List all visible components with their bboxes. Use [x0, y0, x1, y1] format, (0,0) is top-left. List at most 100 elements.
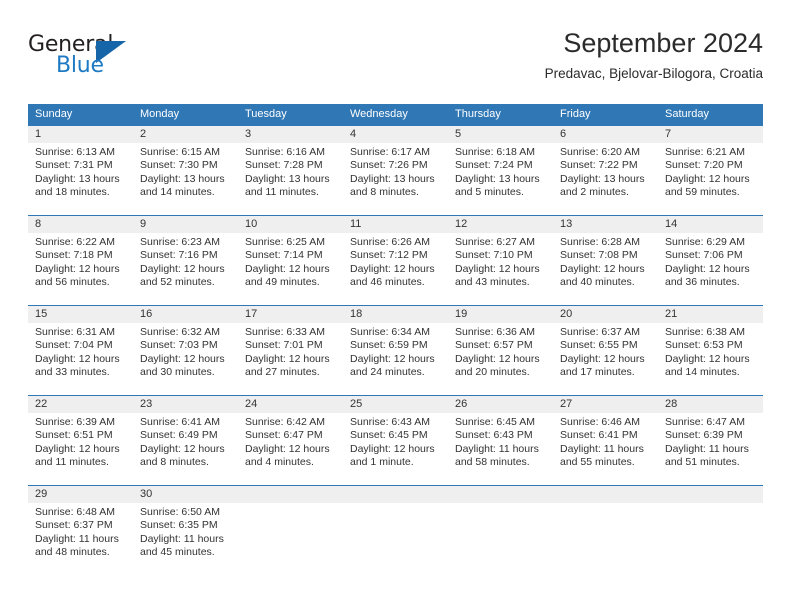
sunrise-text: Sunrise: 6:13 AM	[35, 146, 115, 158]
week-daynumber-band: 8 9 10 11 12 13 14	[28, 216, 763, 233]
sunset-text: Sunset: 6:51 PM	[35, 429, 113, 442]
sunrise-text: Sunrise: 6:25 AM	[245, 236, 325, 248]
sunset-text: Sunset: 7:24 PM	[455, 159, 533, 172]
sunrise-text: Sunrise: 6:29 AM	[665, 236, 745, 248]
day-cell[interactable]: Sunrise: 6:16 AM Sunset: 7:28 PM Dayligh…	[238, 143, 343, 215]
day-cell[interactable]: Sunrise: 6:42 AM Sunset: 6:47 PM Dayligh…	[238, 413, 343, 485]
day-number: 20	[560, 308, 573, 320]
day-cell-empty	[343, 503, 448, 575]
daylight-text-line1: Daylight: 13 hours	[455, 172, 540, 185]
day-number: 1	[35, 128, 42, 140]
sunset-text: Sunset: 7:12 PM	[350, 249, 428, 262]
day-number: 6	[560, 128, 567, 140]
sunset-text: Sunset: 6:35 PM	[140, 519, 218, 532]
sunrise-text: Sunrise: 6:15 AM	[140, 146, 220, 158]
sunrise-text: Sunrise: 6:32 AM	[140, 326, 220, 338]
day-cell[interactable]: Sunrise: 6:38 AM Sunset: 6:53 PM Dayligh…	[658, 323, 763, 395]
sunrise-text: Sunrise: 6:26 AM	[350, 236, 430, 248]
sunrise-text: Sunrise: 6:22 AM	[35, 236, 115, 248]
day-cell[interactable]: Sunrise: 6:18 AM Sunset: 7:24 PM Dayligh…	[448, 143, 553, 215]
sunrise-text: Sunrise: 6:37 AM	[560, 326, 640, 338]
day-cell[interactable]: Sunrise: 6:46 AM Sunset: 6:41 PM Dayligh…	[553, 413, 658, 485]
day-cell[interactable]: Sunrise: 6:36 AM Sunset: 6:57 PM Dayligh…	[448, 323, 553, 395]
day-cell[interactable]: Sunrise: 6:23 AM Sunset: 7:16 PM Dayligh…	[133, 233, 238, 305]
day-number: 18	[350, 308, 363, 320]
daylight-text-line2: and 56 minutes.	[35, 276, 110, 289]
day-number-empty	[553, 486, 658, 503]
day-cell[interactable]: Sunrise: 6:32 AM Sunset: 7:03 PM Dayligh…	[133, 323, 238, 395]
day-cell[interactable]: Sunrise: 6:13 AM Sunset: 7:31 PM Dayligh…	[28, 143, 133, 215]
sunset-text: Sunset: 7:18 PM	[35, 249, 113, 262]
day-cell[interactable]: Sunrise: 6:27 AM Sunset: 7:10 PM Dayligh…	[448, 233, 553, 305]
weekday-header-saturday: Saturday	[665, 108, 710, 120]
weekday-header-thursday: Thursday	[455, 108, 501, 120]
daylight-text-line1: Daylight: 12 hours	[455, 262, 540, 275]
weekday-header-row: Sunday Monday Tuesday Wednesday Thursday…	[28, 104, 763, 125]
day-number: 7	[665, 128, 672, 140]
day-cell[interactable]: Sunrise: 6:20 AM Sunset: 7:22 PM Dayligh…	[553, 143, 658, 215]
daylight-text-line2: and 59 minutes.	[665, 186, 740, 199]
daylight-text-line1: Daylight: 12 hours	[350, 352, 435, 365]
day-cell[interactable]: Sunrise: 6:22 AM Sunset: 7:18 PM Dayligh…	[28, 233, 133, 305]
day-cell[interactable]: Sunrise: 6:41 AM Sunset: 6:49 PM Dayligh…	[133, 413, 238, 485]
day-cell[interactable]: Sunrise: 6:37 AM Sunset: 6:55 PM Dayligh…	[553, 323, 658, 395]
day-number: 5	[455, 128, 462, 140]
page-title: September 2024	[563, 28, 763, 58]
daylight-text-line1: Daylight: 12 hours	[350, 442, 435, 455]
daylight-text-line1: Daylight: 12 hours	[245, 262, 330, 275]
day-cell-empty	[448, 503, 553, 575]
day-cell[interactable]: Sunrise: 6:21 AM Sunset: 7:20 PM Dayligh…	[658, 143, 763, 215]
day-cell[interactable]: Sunrise: 6:29 AM Sunset: 7:06 PM Dayligh…	[658, 233, 763, 305]
week-row: 15 16 17 18 19 20 21 Sunrise: 6:31 AM Su…	[28, 305, 763, 395]
sunset-text: Sunset: 6:47 PM	[245, 429, 323, 442]
day-cell[interactable]: Sunrise: 6:17 AM Sunset: 7:26 PM Dayligh…	[343, 143, 448, 215]
day-cell[interactable]: Sunrise: 6:25 AM Sunset: 7:14 PM Dayligh…	[238, 233, 343, 305]
daylight-text-line1: Daylight: 12 hours	[140, 442, 225, 455]
day-cell[interactable]: Sunrise: 6:15 AM Sunset: 7:30 PM Dayligh…	[133, 143, 238, 215]
daylight-text-line2: and 5 minutes.	[455, 186, 524, 199]
day-cell[interactable]: Sunrise: 6:50 AM Sunset: 6:35 PM Dayligh…	[133, 503, 238, 575]
day-cell[interactable]: Sunrise: 6:31 AM Sunset: 7:04 PM Dayligh…	[28, 323, 133, 395]
day-cell[interactable]: Sunrise: 6:43 AM Sunset: 6:45 PM Dayligh…	[343, 413, 448, 485]
daylight-text-line1: Daylight: 11 hours	[665, 442, 749, 455]
sunset-text: Sunset: 6:57 PM	[455, 339, 533, 352]
daylight-text-line2: and 55 minutes.	[560, 456, 635, 469]
day-cell[interactable]: Sunrise: 6:48 AM Sunset: 6:37 PM Dayligh…	[28, 503, 133, 575]
day-number: 12	[455, 218, 468, 230]
day-cell[interactable]: Sunrise: 6:34 AM Sunset: 6:59 PM Dayligh…	[343, 323, 448, 395]
daylight-text-line2: and 43 minutes.	[455, 276, 530, 289]
week-daynumber-band: 1 2 3 4 5 6 7	[28, 126, 763, 143]
day-number: 16	[140, 308, 153, 320]
sunrise-text: Sunrise: 6:18 AM	[455, 146, 535, 158]
daylight-text-line2: and 27 minutes.	[245, 366, 320, 379]
day-number: 21	[665, 308, 678, 320]
daylight-text-line1: Daylight: 11 hours	[35, 532, 119, 545]
daylight-text-line1: Daylight: 12 hours	[665, 262, 750, 275]
sunset-text: Sunset: 6:37 PM	[35, 519, 113, 532]
daylight-text-line1: Daylight: 12 hours	[140, 262, 225, 275]
sunset-text: Sunset: 6:53 PM	[665, 339, 743, 352]
sunset-text: Sunset: 7:14 PM	[245, 249, 323, 262]
day-cell-empty	[238, 503, 343, 575]
day-cell[interactable]: Sunrise: 6:45 AM Sunset: 6:43 PM Dayligh…	[448, 413, 553, 485]
day-cell[interactable]: Sunrise: 6:28 AM Sunset: 7:08 PM Dayligh…	[553, 233, 658, 305]
sunset-text: Sunset: 7:01 PM	[245, 339, 323, 352]
daylight-text-line1: Daylight: 11 hours	[140, 532, 224, 545]
calendar-page: General Blue September 2024 Predavac, Bj…	[0, 0, 792, 612]
general-blue-logo: General Blue	[28, 32, 168, 84]
day-number: 3	[245, 128, 252, 140]
week-detail-row: Sunrise: 6:39 AM Sunset: 6:51 PM Dayligh…	[28, 413, 763, 485]
day-cell[interactable]: Sunrise: 6:33 AM Sunset: 7:01 PM Dayligh…	[238, 323, 343, 395]
week-row: 8 9 10 11 12 13 14 Sunrise: 6:22 AM Suns…	[28, 215, 763, 305]
day-number-empty	[343, 486, 448, 503]
daylight-text-line1: Daylight: 12 hours	[35, 442, 120, 455]
day-cell-empty	[658, 503, 763, 575]
sunrise-text: Sunrise: 6:46 AM	[560, 416, 640, 428]
day-cell[interactable]: Sunrise: 6:26 AM Sunset: 7:12 PM Dayligh…	[343, 233, 448, 305]
week-daynumber-band: 15 16 17 18 19 20 21	[28, 306, 763, 323]
day-cell[interactable]: Sunrise: 6:39 AM Sunset: 6:51 PM Dayligh…	[28, 413, 133, 485]
day-cell[interactable]: Sunrise: 6:47 AM Sunset: 6:39 PM Dayligh…	[658, 413, 763, 485]
sunrise-text: Sunrise: 6:39 AM	[35, 416, 115, 428]
day-number: 14	[665, 218, 678, 230]
daylight-text-line1: Daylight: 12 hours	[245, 352, 330, 365]
